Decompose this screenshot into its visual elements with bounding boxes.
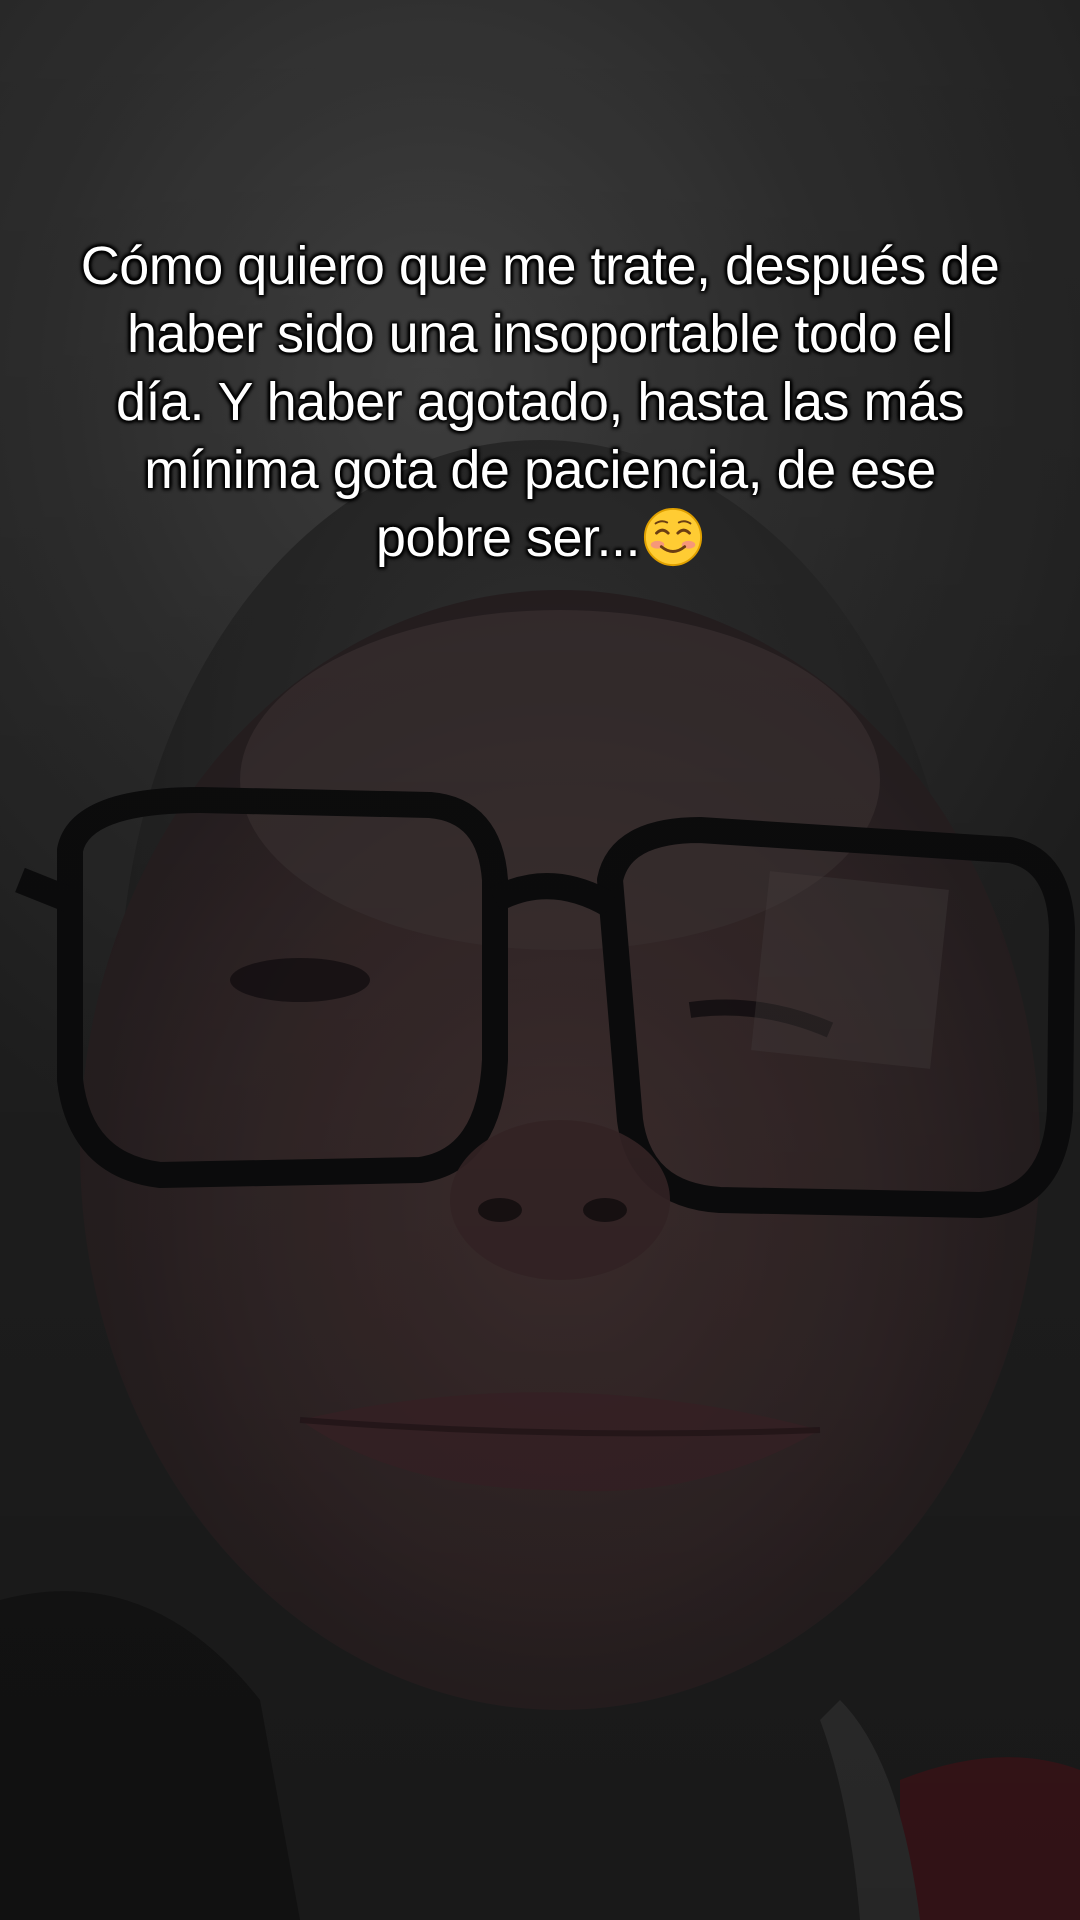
caption-text: Cómo quiero que me trate, después de hab… <box>80 236 1000 568</box>
video-frame: Cómo quiero que me trate, después de hab… <box>0 0 1080 1920</box>
video-caption: Cómo quiero que me trate, después de hab… <box>40 232 1040 572</box>
smiling-face-emoji-icon <box>644 507 703 567</box>
